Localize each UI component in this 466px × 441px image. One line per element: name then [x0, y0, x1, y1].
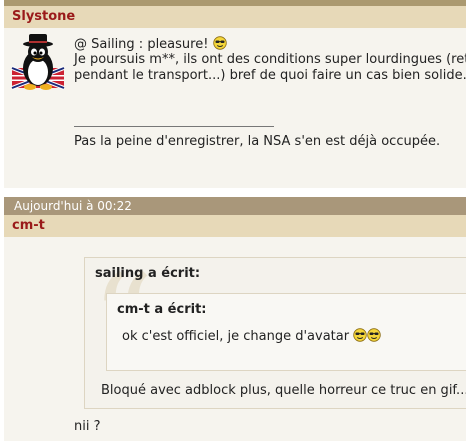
quote-text: Bloqué avec adblock plus, quelle horreur… [101, 383, 466, 398]
user-avatar [10, 34, 66, 90]
signature-text: Pas la peine d'enregistrer, la NSA s'en … [74, 134, 441, 149]
signature-divider [74, 126, 274, 127]
author-bar: Slystone [4, 6, 466, 28]
cool-smiley-icon [212, 36, 227, 50]
cool-smiley-icon [353, 328, 367, 342]
post-text-line: pendant le transport...) bref de quoi fa… [74, 68, 466, 83]
author-name-link[interactable]: Slystone [12, 6, 75, 28]
author-bar: cm-t [4, 215, 466, 237]
nested-quote-author: cm-t a écrit: [117, 302, 207, 317]
post-date-bar: Aujourd'hui à 00:22 [4, 197, 466, 215]
nested-quote-text: ok c'est officiel, je change d'avatar [122, 328, 381, 345]
post-text-line: nii ? [74, 419, 101, 434]
author-name-link[interactable]: cm-t [12, 215, 45, 237]
post-text-line: @ Sailing : pleasure! [74, 36, 227, 53]
quote-author: sailing a écrit: [95, 266, 201, 281]
post-date: Aujourd'hui à 00:22 [14, 199, 132, 213]
cool-smiley-icon [367, 328, 381, 342]
post-text-line: Je poursuis m**, ils ont des conditions … [74, 52, 466, 67]
